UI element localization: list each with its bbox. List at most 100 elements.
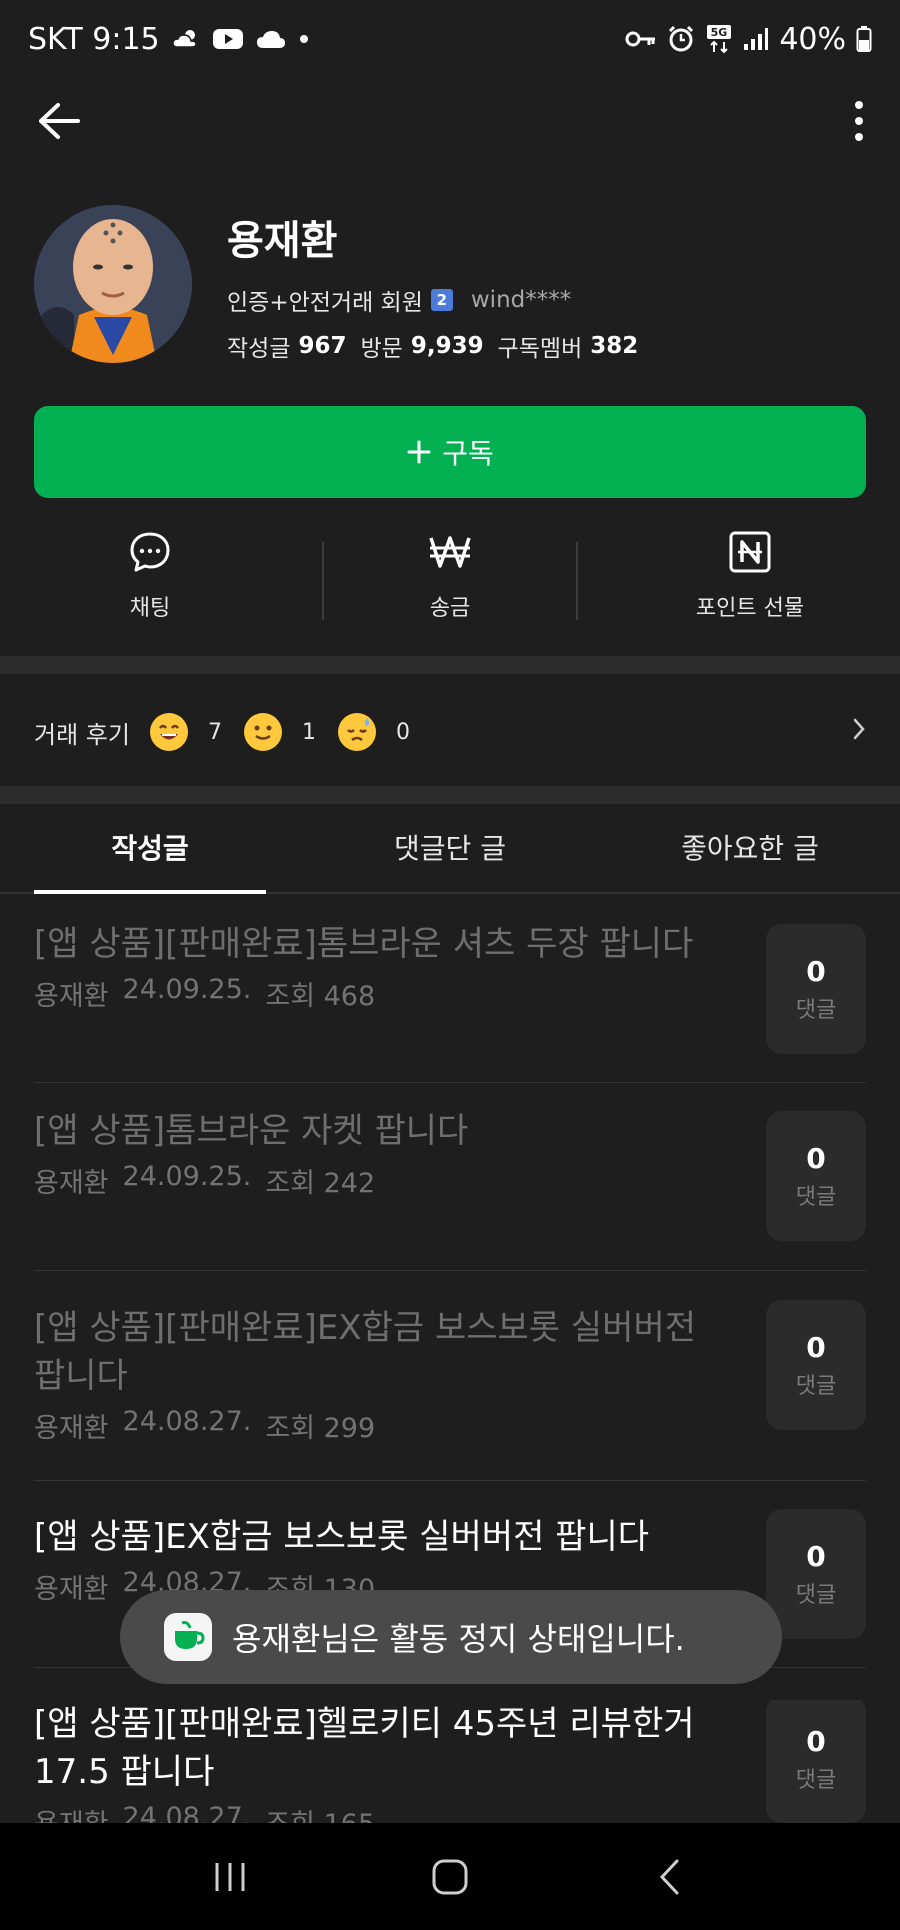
post-title: [앱 상품][판매완료]톰브라운 셔츠 두장 팝니다 xyxy=(34,924,694,964)
battery-percent: 40% xyxy=(779,21,846,57)
chevron-right-icon xyxy=(852,717,866,747)
post-meta: 용재환 24.08.27. 조회 299 xyxy=(34,1406,866,1445)
back-nav-button[interactable] xyxy=(640,1847,700,1907)
comment-label: 댓글 xyxy=(795,1373,837,1399)
comment-label: 댓글 xyxy=(795,1582,837,1608)
carrier-time: SKT 9:15 xyxy=(28,21,160,57)
suspension-toast: 용재환님은 활동 정지 상태입니다. xyxy=(120,1590,782,1684)
naver-point-icon xyxy=(726,528,774,576)
post-date: 24.08.27. xyxy=(122,1802,252,1823)
chat-action[interactable]: 채팅 xyxy=(0,528,300,638)
profile-info: 용재환 인증+안전거래 회원 2 wind**** 작성글 967 방문 9,9… xyxy=(227,213,874,363)
system-nav-bar xyxy=(0,1823,900,1930)
comment-count: 0 xyxy=(806,1330,826,1364)
comment-count-box[interactable]: 0 댓글 xyxy=(766,1700,866,1823)
signal-icon xyxy=(743,27,769,51)
profile-header: 용재환 인증+안전거래 회원 2 wind**** 작성글 967 방문 9,9… xyxy=(34,205,874,365)
bad-review-count: 0 xyxy=(395,719,410,745)
tab-liked[interactable]: 좋아요한 글 xyxy=(600,802,900,892)
transfer-label: 송금 xyxy=(429,596,471,621)
post-meta: 용재환 24.09.25. 조회 242 xyxy=(34,1161,866,1200)
divider xyxy=(322,542,324,620)
grade-badge: 2 xyxy=(430,289,453,311)
post-title: [앱 상품][판매완료]헬로키티 45주년 리뷰한거 17.5 팝니다 xyxy=(34,1704,695,1792)
post-date: 24.09.25. xyxy=(122,974,252,1005)
profile-membership-row: 인증+안전거래 회원 2 wind**** xyxy=(227,283,874,317)
comment-count-box[interactable]: 0 댓글 xyxy=(766,924,866,1054)
svg-text:5G: 5G xyxy=(711,26,728,39)
section-separator xyxy=(0,656,900,674)
status-right: 5G 40% xyxy=(625,22,872,57)
happy-face-icon xyxy=(149,713,188,751)
back-chevron-icon xyxy=(659,1859,679,1894)
avatar[interactable] xyxy=(34,205,192,363)
youtube-icon xyxy=(212,27,244,51)
posts-label: 작성글 xyxy=(227,336,291,362)
post-item[interactable]: [앱 상품][판매완료]EX합금 보스보롯 실버버전 팝니다 용재환 24.08… xyxy=(34,1300,866,1481)
top-nav xyxy=(0,78,900,162)
comment-count: 0 xyxy=(806,954,826,988)
profile-name: 용재환 xyxy=(227,218,338,264)
profile-stats: 작성글 967 방문 9,939 구독멤버 382 xyxy=(227,329,874,363)
post-views: 조회 468 xyxy=(265,981,376,1012)
post-item[interactable]: [앱 상품]톰브라운 자켓 팝니다 용재환 24.09.25. 조회 242 0… xyxy=(34,1107,866,1271)
point-gift-action[interactable]: 포인트 선물 xyxy=(600,528,900,638)
back-button[interactable] xyxy=(30,96,86,146)
tab-posts[interactable]: 작성글 xyxy=(0,802,300,894)
post-views: 조회 242 xyxy=(265,1168,376,1199)
visits-value: 9,939 xyxy=(410,333,484,359)
sad-face-icon xyxy=(337,713,376,751)
comment-count-box[interactable]: 0 댓글 xyxy=(766,1509,866,1639)
weather-icon xyxy=(171,27,200,51)
status-bar: SKT 9:15 5G 40% xyxy=(0,0,900,78)
status-left: SKT 9:15 xyxy=(28,22,310,57)
chat-label: 채팅 xyxy=(129,596,171,621)
chat-bubble-icon xyxy=(126,528,174,576)
post-meta: 용재환 24.08.27. 조회 165 xyxy=(34,1802,866,1823)
more-options-button[interactable] xyxy=(844,96,874,146)
post-meta: 용재환 24.09.25. 조회 468 xyxy=(34,974,866,1013)
action-row: 채팅 송금 포인트 선물 xyxy=(0,528,900,638)
post-item[interactable]: [앱 상품][판매완료]톰브라운 셔츠 두장 팝니다 용재환 24.09.25.… xyxy=(34,920,866,1083)
notification-dot-icon xyxy=(298,33,310,45)
post-title: [앱 상품]EX합금 보스보롯 실버버전 팝니다 xyxy=(34,1517,650,1557)
arrow-left-icon xyxy=(39,103,80,139)
trade-reviews-row[interactable]: 거래 후기 7 1 0 xyxy=(0,690,900,774)
recent-apps-icon xyxy=(215,1862,245,1891)
home-button[interactable] xyxy=(420,1847,480,1907)
members-value: 382 xyxy=(590,333,639,359)
network-5g-icon: 5G xyxy=(705,24,733,54)
vertical-dots-icon xyxy=(855,101,863,141)
tab-bar: 작성글 댓글단 글 좋아요한 글 xyxy=(0,802,900,894)
comment-label: 댓글 xyxy=(795,1184,837,1210)
comment-count-box[interactable]: 0 댓글 xyxy=(766,1300,866,1430)
key-icon xyxy=(625,29,657,49)
visits-label: 방문 xyxy=(360,336,403,362)
point-gift-label: 포인트 선물 xyxy=(695,596,805,621)
comment-label: 댓글 xyxy=(795,1768,837,1793)
won-currency-icon xyxy=(426,528,474,576)
cloud-icon xyxy=(256,28,286,50)
neutral-review-count: 1 xyxy=(301,719,316,745)
transfer-action[interactable]: 송금 xyxy=(300,528,600,638)
comment-count-box[interactable]: 0 댓글 xyxy=(766,1111,866,1241)
subscribe-button[interactable]: 구독 xyxy=(34,406,866,498)
toast-message: 용재환님은 활동 정지 상태입니다. xyxy=(232,1620,685,1658)
post-author: 용재환 xyxy=(34,1802,109,1823)
battery-icon xyxy=(856,25,872,53)
post-author: 용재환 xyxy=(34,1168,109,1199)
subscribe-label: 구독 xyxy=(442,437,494,470)
tab-commented[interactable]: 댓글단 글 xyxy=(300,802,600,892)
post-date: 24.09.25. xyxy=(122,1161,252,1192)
home-icon xyxy=(432,1859,468,1894)
plus-icon xyxy=(407,440,431,464)
post-views: 조회 165 xyxy=(265,1802,375,1823)
comment-label: 댓글 xyxy=(795,997,837,1023)
post-author: 용재환 xyxy=(34,981,109,1012)
recent-apps-button[interactable] xyxy=(200,1847,260,1907)
post-item[interactable]: [앱 상품][판매완료]헬로키티 45주년 리뷰한거 17.5 팝니다 용재환 … xyxy=(34,1700,866,1823)
post-views: 조회 299 xyxy=(265,1413,376,1444)
reviews-label: 거래 후기 xyxy=(34,720,130,749)
alarm-icon xyxy=(667,25,695,53)
post-author: 용재환 xyxy=(34,1413,109,1444)
